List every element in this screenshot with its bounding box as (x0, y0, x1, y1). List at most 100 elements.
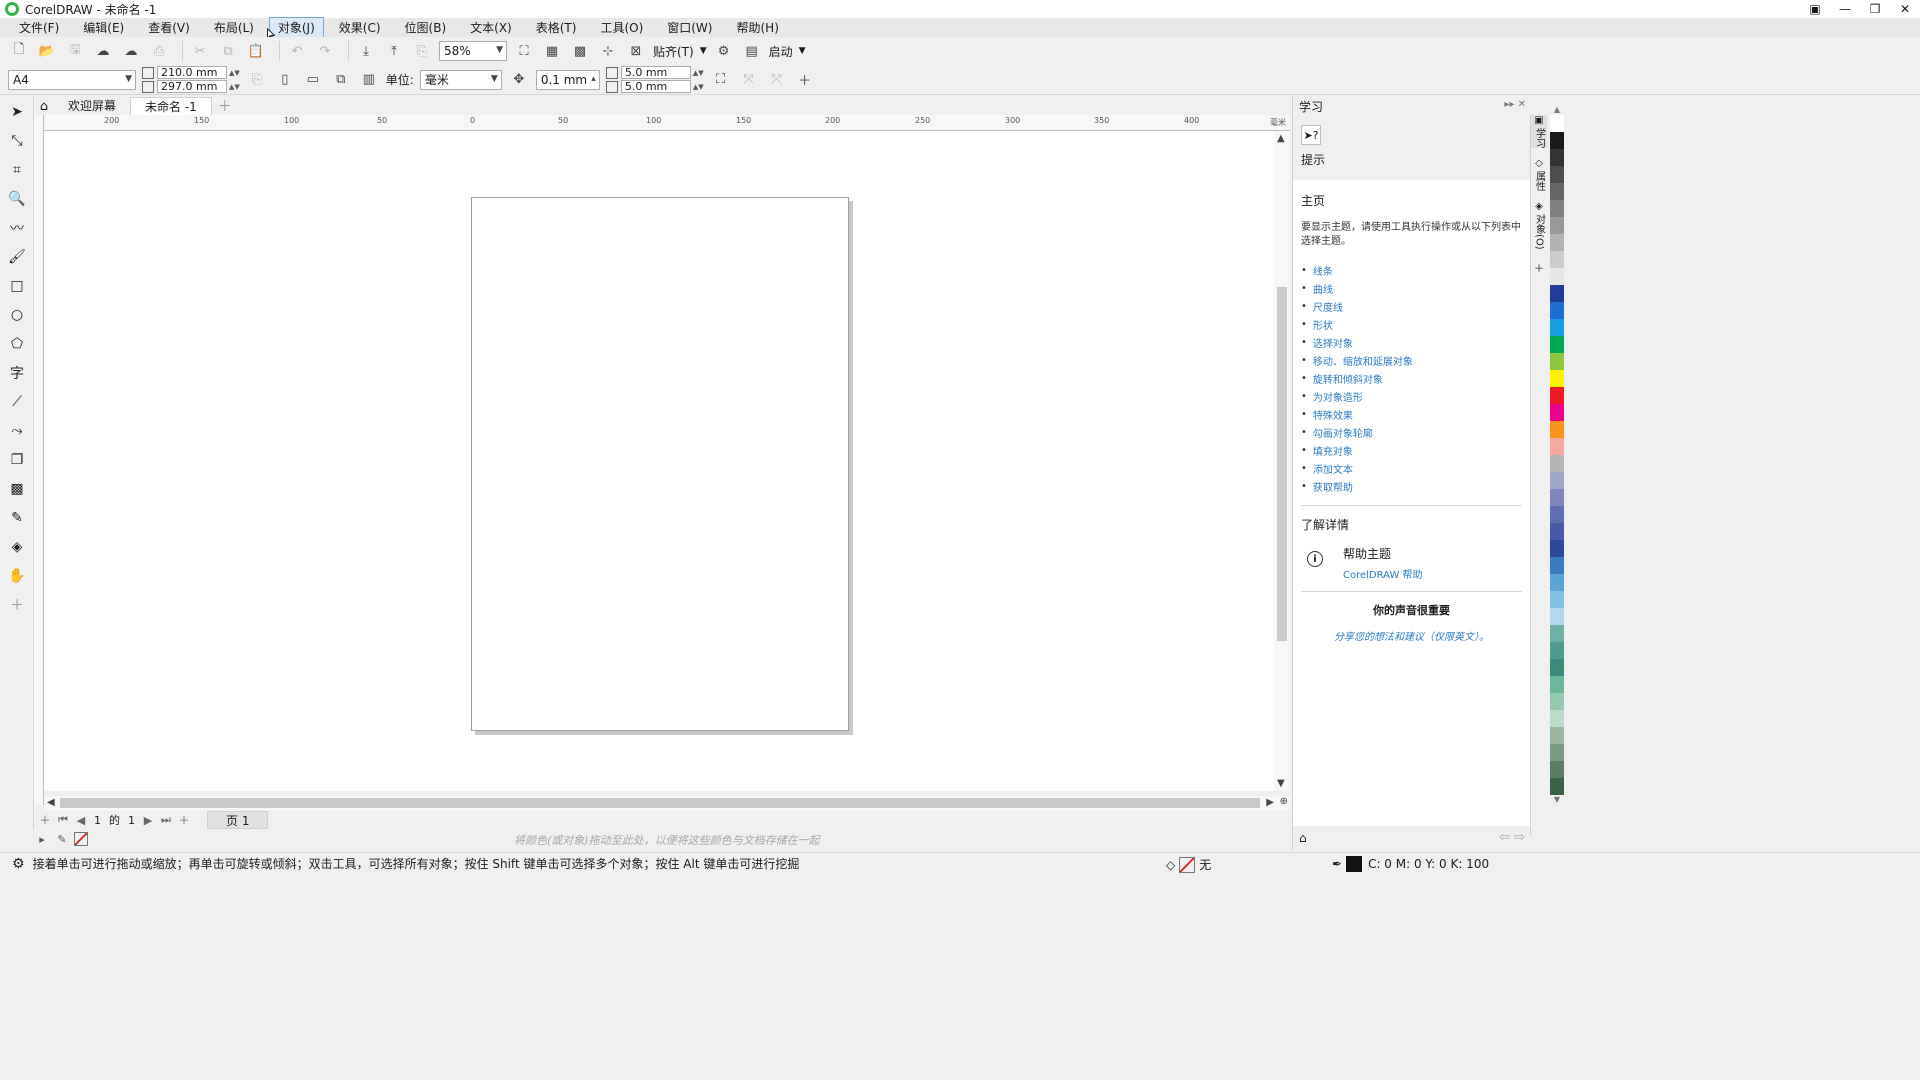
first-page-icon[interactable]: ⏮ (54, 813, 72, 827)
crop-tool-icon[interactable]: ⌗ (5, 158, 29, 182)
color-swatch[interactable] (1550, 455, 1564, 472)
side-tab-add[interactable]: ＋ (1531, 260, 1547, 275)
open-icon[interactable]: 📂 (36, 40, 58, 62)
color-swatch[interactable] (1550, 523, 1564, 540)
document-page[interactable] (471, 197, 849, 731)
page-tab-1[interactable]: 页 1 (207, 811, 269, 829)
smart-fill-icon[interactable]: ✋ (5, 564, 29, 588)
page-width-input[interactable]: 210.0 mm (157, 66, 227, 79)
spinner-icon[interactable]: ▲▼ (229, 69, 240, 76)
color-swatch[interactable] (1550, 642, 1564, 659)
scroll-up-icon[interactable]: ▲ (1277, 133, 1285, 144)
menu-effects[interactable]: 效果(C) (330, 17, 390, 38)
outline-indicator[interactable]: ✒ C: 0 M: 0 Y: 0 K: 100 (1332, 856, 1489, 872)
copy-icon[interactable]: ⧉ (217, 40, 239, 62)
color-swatch[interactable] (1550, 166, 1564, 183)
color-swatch[interactable] (1550, 115, 1564, 132)
fill-indicator[interactable]: ◇ 无 (1166, 856, 1211, 873)
palette-scroll-up-icon[interactable]: ▲ (1548, 105, 1566, 115)
options-gear-icon[interactable]: ⚙ (713, 40, 735, 62)
color-swatch[interactable] (1550, 421, 1564, 438)
minimize-button[interactable]: — (1830, 0, 1860, 18)
color-swatch[interactable] (1550, 268, 1564, 285)
palette-flyout-icon[interactable]: ▸ (34, 833, 50, 846)
color-swatch[interactable] (1550, 200, 1564, 217)
pick-tool-icon[interactable]: ➤ (5, 100, 29, 124)
snap-to-dropdown[interactable]: 贴齐(T) (653, 43, 694, 60)
zoom-level-combo[interactable]: 58% ▼ (439, 41, 507, 61)
current-page-icon[interactable]: ⧉ (330, 69, 352, 91)
zoom-tool-icon[interactable]: 🔍 (5, 187, 29, 211)
menu-object[interactable]: 对象(J) (268, 17, 324, 38)
topic-link[interactable]: 添加文本 (1301, 459, 1522, 477)
maximize-button[interactable]: ❐ (1860, 0, 1890, 18)
menu-edit[interactable]: 编辑(E) (74, 17, 133, 38)
color-swatch[interactable] (1550, 234, 1564, 251)
redo-icon[interactable]: ↷ (314, 40, 336, 62)
tab-document[interactable]: 未命名 -1 (130, 97, 212, 115)
color-swatch[interactable] (1550, 727, 1564, 744)
color-swatch[interactable] (1550, 132, 1564, 149)
landscape-icon[interactable]: ▭ (302, 69, 324, 91)
topic-link[interactable]: 为对象造形 (1301, 387, 1522, 405)
scroll-left-icon[interactable]: ◀ (47, 797, 55, 808)
launch-dropdown[interactable]: 启动 (769, 43, 793, 60)
interactive-fill-icon[interactable]: ◈ (5, 535, 29, 559)
close-button[interactable]: ✕ (1890, 0, 1920, 18)
text-tool-icon[interactable]: 字 (5, 361, 29, 385)
add-page-after-icon[interactable]: ＋ (175, 812, 193, 828)
topic-link[interactable]: 曲线 (1301, 279, 1522, 297)
undo-icon[interactable]: ↶ (286, 40, 308, 62)
menu-help[interactable]: 帮助(H) (727, 17, 787, 38)
back-forward-icon[interactable]: ⇦ ⇨ (1499, 830, 1525, 845)
help-topics-link[interactable]: CorelDRAW 帮助 (1343, 566, 1423, 581)
color-swatch[interactable] (1550, 404, 1564, 421)
docker-collapse-close-icon[interactable]: ▸▸ ✕ (1504, 99, 1526, 110)
topic-link[interactable]: 勾画对象轮廓 (1301, 423, 1522, 441)
color-swatch[interactable] (1550, 625, 1564, 642)
color-swatch[interactable] (1550, 676, 1564, 693)
spinner-icon[interactable]: ▲▼ (693, 69, 704, 76)
save-icon[interactable]: 🖫 (64, 40, 86, 62)
import-icon[interactable]: ⤓ (355, 40, 377, 62)
dimension-tool-icon[interactable]: ⟋ (5, 390, 29, 414)
cloud-upload-icon[interactable]: ☁ (92, 40, 114, 62)
page-layout-icon[interactable]: ▥ (358, 69, 380, 91)
menu-tools[interactable]: 工具(O) (591, 17, 652, 38)
rectangle-tool-icon[interactable]: □ (5, 274, 29, 298)
cut-icon[interactable]: ✂ (189, 40, 211, 62)
next-page-icon[interactable]: ▶ (139, 814, 157, 827)
color-swatch[interactable] (1550, 744, 1564, 761)
new-document-icon[interactable]: 🗋 (8, 40, 30, 62)
polygon-tool-icon[interactable]: ⬠ (5, 332, 29, 356)
color-swatch[interactable] (1550, 557, 1564, 574)
color-swatch[interactable] (1550, 285, 1564, 302)
cloud-sync-icon[interactable]: ☁ (120, 40, 142, 62)
freehand-tool-icon[interactable]: 〰 (5, 216, 29, 240)
vertical-scroll-thumb[interactable] (1277, 287, 1287, 641)
color-swatch[interactable] (1550, 591, 1564, 608)
color-swatch[interactable] (1550, 761, 1564, 778)
color-swatch[interactable] (1550, 387, 1564, 404)
topic-link[interactable]: 选择对象 (1301, 333, 1522, 351)
guidelines-icon[interactable]: ⊹ (597, 40, 619, 62)
menu-table[interactable]: 表格(T) (527, 17, 586, 38)
color-swatch[interactable] (1550, 540, 1564, 557)
color-swatch[interactable] (1550, 506, 1564, 523)
color-swatch[interactable] (1550, 659, 1564, 676)
application-launcher-icon[interactable]: ▤ (741, 40, 763, 62)
eyedropper-tool-icon[interactable]: ✎ (5, 506, 29, 530)
color-swatch[interactable] (1550, 778, 1564, 795)
home-icon[interactable]: ⌂ (1299, 831, 1307, 845)
ellipse-tool-icon[interactable]: ○ (5, 303, 29, 327)
menu-text[interactable]: 文本(X) (461, 17, 521, 38)
treat-as-filled-icon[interactable]: ⛶ (710, 69, 732, 91)
connector-tool-icon[interactable]: ⤳ (5, 419, 29, 443)
duplicate-y-input[interactable]: 5.0 mm (620, 80, 691, 93)
side-tab-objects[interactable]: ◈ 对象(O) (1531, 201, 1547, 250)
chevron-down-icon[interactable]: ▼ (700, 46, 707, 56)
chevron-down-icon[interactable]: ▼ (799, 46, 806, 56)
color-swatch[interactable] (1550, 319, 1564, 336)
artistic-media-icon[interactable]: 🖌 (5, 245, 29, 269)
menu-view[interactable]: 查看(V) (139, 17, 199, 38)
